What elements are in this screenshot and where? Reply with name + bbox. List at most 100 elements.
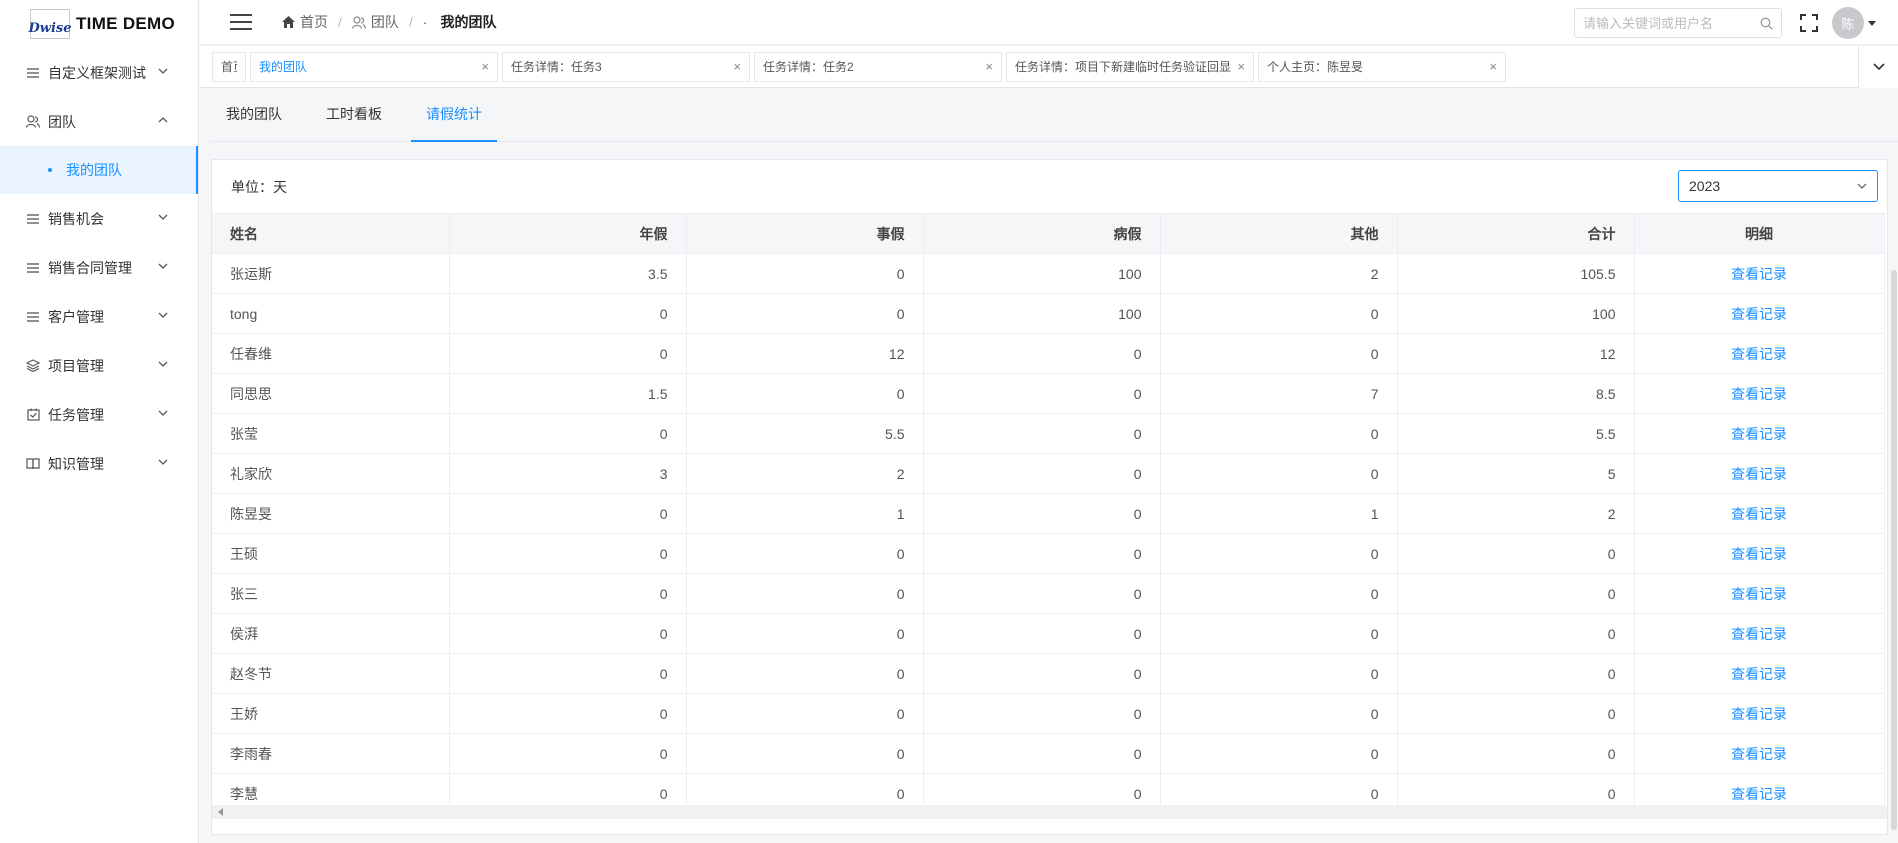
content-tab[interactable]: 我的团队 (211, 87, 297, 141)
search-icon[interactable] (1760, 17, 1773, 30)
view-record-link[interactable]: 查看记录 (1731, 426, 1787, 442)
view-record-link[interactable]: 查看记录 (1731, 466, 1787, 482)
value-cell: 0 (686, 693, 924, 734)
sidebar-item-label: 客户管理 (48, 308, 104, 325)
team-icon (351, 15, 366, 29)
tab-tag[interactable]: 我的团队 × (250, 51, 498, 82)
tab-tag[interactable]: 任务详情：项目下新建临时任务验证回显 × (1006, 51, 1254, 82)
sidebar-subitem-my-team[interactable]: 我的团队 (0, 146, 198, 194)
sidebar-menu: 自定义框架测试团队我的团队销售机会销售合同管理 客户管理项目管理任务管理 知识管理 (0, 48, 198, 488)
chevron-down-icon (158, 361, 168, 371)
view-record-link[interactable]: 查看记录 (1731, 586, 1787, 602)
sidebar-item[interactable]: 自定义框架测试 (0, 48, 198, 97)
table-row: 侯湃 0 0 0 0 0 查看记录 (212, 613, 1885, 654)
list-icon (26, 310, 40, 324)
value-cell: 1 (1160, 493, 1398, 534)
breadcrumb-home[interactable]: 首页 (282, 12, 328, 32)
sidebar-item[interactable]: 知识管理 (0, 439, 198, 488)
name-cell: 王娇 (212, 693, 450, 734)
value-cell: 0 (1160, 533, 1398, 574)
sidebar-item-label: 销售合同管理 (48, 259, 132, 276)
user-dropdown-caret-icon[interactable] (1868, 20, 1876, 26)
value-cell: 0 (1397, 533, 1635, 574)
sidebar-item-label: 团队 (48, 113, 76, 130)
tags-more-button[interactable] (1858, 46, 1898, 88)
breadcrumb: 首页 / 团队 / · 我的团队 (282, 12, 496, 32)
action-cell: 查看记录 (1634, 573, 1885, 614)
sidebar-item[interactable]: 项目管理 (0, 341, 198, 390)
tab-tag[interactable]: 个人主页：陈昱旻 × (1258, 51, 1506, 82)
value-cell: 105.5 (1397, 253, 1635, 294)
horizontal-scrollbar[interactable] (212, 805, 1887, 819)
view-record-link[interactable]: 查看记录 (1731, 786, 1787, 802)
view-record-link[interactable]: 查看记录 (1731, 306, 1787, 322)
value-cell: 0 (1160, 413, 1398, 454)
column-header: 事假 (686, 213, 924, 254)
content-tab[interactable]: 请假统计 (411, 87, 497, 142)
view-record-link[interactable]: 查看记录 (1731, 706, 1787, 722)
close-icon[interactable]: × (1489, 59, 1497, 74)
layers-icon (26, 359, 40, 373)
view-record-link[interactable]: 查看记录 (1731, 546, 1787, 562)
sidebar-item-label: 项目管理 (48, 357, 104, 374)
search-input[interactable] (1583, 15, 1760, 31)
sidebar-item[interactable]: 销售合同管理 (0, 243, 198, 292)
value-cell: 0 (686, 533, 924, 574)
fullscreen-icon[interactable] (1800, 14, 1818, 32)
sidebar-item[interactable]: 团队 (0, 97, 198, 146)
tab-tag[interactable]: 任务详情：任务3 × (502, 51, 750, 82)
sidebar-item[interactable]: 销售机会 (0, 194, 198, 243)
avatar[interactable]: 陈 (1832, 7, 1864, 39)
view-record-link[interactable]: 查看记录 (1731, 746, 1787, 762)
content-tab[interactable]: 工时看板 (311, 87, 397, 141)
chevron-down-icon (158, 410, 168, 420)
table-row: 陈昱旻 0 1 0 1 2 查看记录 (212, 493, 1885, 534)
view-record-link[interactable]: 查看记录 (1731, 626, 1787, 642)
value-cell: 0 (449, 693, 687, 734)
view-record-link[interactable]: 查看记录 (1731, 386, 1787, 402)
tab-tag[interactable]: 首页 (212, 51, 246, 82)
sidebar-subitem-label: 我的团队 (66, 162, 122, 178)
year-select-value: 2023 (1689, 178, 1721, 194)
breadcrumb-team[interactable]: 团队 (351, 12, 399, 32)
chevron-down-icon (158, 214, 168, 224)
column-header: 明细 (1634, 213, 1885, 254)
tag-bar: 首页我的团队×任务详情：任务3×任务详情：任务2×任务详情：项目下新建临时任务验… (200, 46, 1898, 88)
close-icon[interactable]: × (733, 59, 741, 74)
table-body: 张运斯 3.5 0 100 2 105.5 查看记录 tong 0 0 100 0 100 查看记录 任春维… (212, 253, 1885, 814)
value-cell: 0 (449, 333, 687, 374)
scroll-left-icon[interactable] (218, 808, 223, 816)
close-icon[interactable]: × (985, 59, 993, 74)
leave-table: 姓名 年假 事假 病假 其他 合计 明细 张运斯 3.5 0 100 2 105.5 查看记录 tong 0… (212, 213, 1885, 814)
sidebar-item[interactable]: 客户管理 (0, 292, 198, 341)
value-cell: 0 (686, 653, 924, 694)
close-icon[interactable]: × (481, 59, 489, 74)
action-cell: 查看记录 (1634, 373, 1885, 414)
value-cell: 0 (686, 373, 924, 414)
value-cell: 100 (1397, 293, 1635, 334)
close-icon[interactable]: × (1237, 59, 1245, 74)
checkbox-icon (26, 408, 40, 422)
tag-label: 我的团队 (259, 60, 308, 74)
chevron-down-icon (158, 312, 168, 322)
action-cell: 查看记录 (1634, 453, 1885, 494)
value-cell: 0 (449, 613, 687, 654)
menu-toggle-icon[interactable] (230, 14, 252, 30)
view-record-link[interactable]: 查看记录 (1731, 506, 1787, 522)
view-record-link[interactable]: 查看记录 (1731, 666, 1787, 682)
leave-stats-panel: 单位：天 2023 姓名 年假 事假 病假 其他 合计 明细 张运斯 3.5 0 100 2 105.… (211, 159, 1888, 835)
value-cell: 5.5 (1397, 413, 1635, 454)
table-header-row: 姓名 年假 事假 病假 其他 合计 明细 (212, 213, 1885, 254)
sidebar-item[interactable]: 任务管理 (0, 390, 198, 439)
view-record-link[interactable]: 查看记录 (1731, 346, 1787, 362)
year-select[interactable]: 2023 (1678, 170, 1878, 202)
logo[interactable]: Dwise TIME DEMO (0, 0, 198, 48)
view-record-link[interactable]: 查看记录 (1731, 266, 1787, 282)
logo-mark-text: Dwise (28, 21, 72, 36)
breadcrumb-current-label: 我的团队 (440, 14, 497, 30)
table-container: 姓名 年假 事假 病假 其他 合计 明细 张运斯 3.5 0 100 2 105.5 查看记录 tong 0… (212, 213, 1887, 819)
tab-tag[interactable]: 任务详情：任务2 × (754, 51, 1002, 82)
vertical-scrollbar[interactable] (1891, 270, 1897, 830)
name-cell: 赵冬节 (212, 653, 450, 694)
value-cell: 0 (923, 453, 1161, 494)
